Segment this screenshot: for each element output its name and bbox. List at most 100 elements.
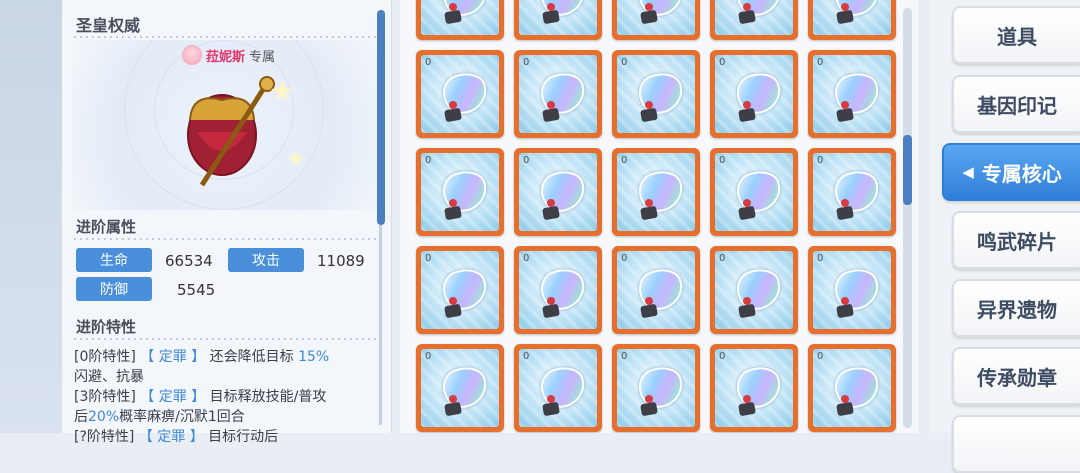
core-stem-icon xyxy=(542,9,560,25)
slot-count: 0 xyxy=(817,155,824,166)
inventory-grid: 0000000000000000000000000 xyxy=(416,0,896,432)
slot-frame: 0 xyxy=(421,0,499,35)
tab-label: 专属核心 xyxy=(981,161,1062,186)
slot-count: 0 xyxy=(425,351,432,362)
inventory-slot[interactable]: 0 xyxy=(612,246,700,334)
inventory-slot[interactable]: 0 xyxy=(808,246,896,334)
slot-frame: 0 xyxy=(421,55,499,133)
grid-scroll-track[interactable] xyxy=(903,8,912,428)
core-gem-icon xyxy=(841,101,849,109)
trait-text: 目标行动后 xyxy=(208,429,279,445)
trait-prefix: [3阶特性] xyxy=(74,389,136,405)
slot-count: 0 xyxy=(719,155,726,166)
core-gem-icon xyxy=(645,199,653,207)
inventory-slot[interactable]: 0 xyxy=(514,148,602,236)
inventory-slot[interactable]: 0 xyxy=(710,0,798,40)
slot-frame: 0 xyxy=(715,349,793,427)
slot-count: 0 xyxy=(719,351,726,362)
inventory-slot[interactable]: 0 xyxy=(514,246,602,334)
stat-value-atk: 11089 xyxy=(317,252,365,270)
core-stem-icon xyxy=(738,107,756,123)
slot-frame: 0 xyxy=(519,0,597,35)
inventory-slot[interactable]: 0 xyxy=(808,148,896,236)
core-stem-icon xyxy=(444,303,462,319)
inventory-slot[interactable]: 0 xyxy=(612,0,700,40)
divider xyxy=(72,338,377,340)
inventory-slot[interactable]: 0 xyxy=(514,344,602,432)
detail-scrollbar[interactable] xyxy=(377,10,385,225)
owner-avatar xyxy=(182,45,202,65)
core-stem-icon xyxy=(640,401,658,417)
slot-count: 0 xyxy=(817,351,824,362)
grid-scrollbar[interactable] xyxy=(903,135,912,205)
slot-count: 0 xyxy=(817,253,824,264)
trait-0-line-2: 闪避、抗暴 xyxy=(74,369,144,385)
tab-label: 道具 xyxy=(997,24,1037,49)
tab-label: 基因印记 xyxy=(977,93,1057,118)
core-stem-icon xyxy=(836,303,854,319)
inventory-slot[interactable]: 0 xyxy=(514,0,602,40)
trait-text: 后 xyxy=(74,409,88,425)
core-stem-icon xyxy=(738,9,756,25)
trait-1-line-2: 后20%概率麻痹/沉默1回合 xyxy=(74,406,245,426)
inventory-slot[interactable]: 0 xyxy=(416,50,504,138)
inventory-slot[interactable]: 0 xyxy=(808,0,896,40)
tab-otherworld-relics[interactable]: 异界遗物 xyxy=(952,279,1080,337)
inventory-slot[interactable]: 0 xyxy=(808,344,896,432)
divider xyxy=(72,36,377,38)
slot-count: 0 xyxy=(621,253,628,264)
core-gem-icon xyxy=(743,3,751,11)
item-title: 圣皇权威 xyxy=(76,16,141,35)
slot-count: 0 xyxy=(425,57,432,68)
detail-scroll-track[interactable] xyxy=(379,225,382,425)
inventory-slot[interactable]: 0 xyxy=(612,344,700,432)
slot-frame: 0 xyxy=(813,0,891,35)
core-stem-icon xyxy=(836,401,854,417)
core-gem-icon xyxy=(547,3,555,11)
slot-frame: 0 xyxy=(617,153,695,231)
inventory-slot[interactable]: 0 xyxy=(416,246,504,334)
tab-exclusive-core[interactable]: ◀ 专属核心 xyxy=(942,143,1080,201)
core-stem-icon xyxy=(444,107,462,123)
core-stem-icon xyxy=(444,205,462,221)
core-gem-icon xyxy=(841,297,849,305)
core-gem-icon xyxy=(841,3,849,11)
core-stem-icon xyxy=(542,303,560,319)
inventory-slot[interactable]: 0 xyxy=(808,50,896,138)
slot-count: 0 xyxy=(621,155,628,166)
tab-weapon-fragments[interactable]: 鸣武碎片 xyxy=(952,211,1080,269)
inventory-slot[interactable]: 0 xyxy=(710,50,798,138)
tab-more[interactable] xyxy=(952,415,1080,473)
inventory-slot[interactable]: 0 xyxy=(514,50,602,138)
core-stem-icon xyxy=(542,205,560,221)
tab-gene-imprint[interactable]: 基因印记 xyxy=(952,75,1080,133)
slot-frame: 0 xyxy=(715,0,793,35)
inventory-slot[interactable]: 0 xyxy=(612,50,700,138)
core-gem-icon xyxy=(743,297,751,305)
core-stem-icon xyxy=(836,205,854,221)
core-stem-icon xyxy=(640,303,658,319)
owner-suffix: 专属 xyxy=(249,49,276,65)
tab-items[interactable]: 道具 xyxy=(952,6,1080,64)
inventory-slot[interactable]: 0 xyxy=(416,0,504,40)
inventory-slot[interactable]: 0 xyxy=(416,148,504,236)
trait-highlight: 15% xyxy=(298,349,330,365)
chevron-left-icon: ◀ xyxy=(962,163,974,181)
slot-count: 0 xyxy=(523,57,530,68)
core-stem-icon xyxy=(444,9,462,25)
slot-frame: 0 xyxy=(519,349,597,427)
core-gem-icon xyxy=(743,395,751,403)
inventory-slot[interactable]: 0 xyxy=(710,246,798,334)
inventory-slot[interactable]: 0 xyxy=(612,148,700,236)
trait-1-line-1: [3阶特性] 【 定罪 】 目标释放技能/普攻 xyxy=(74,386,326,406)
owner-tag: 菈妮斯 专属 xyxy=(182,44,275,66)
trait-tag: 【 定罪 】 xyxy=(138,429,204,445)
core-gem-icon xyxy=(449,297,457,305)
core-gem-icon xyxy=(547,395,555,403)
inventory-slot[interactable]: 0 xyxy=(710,148,798,236)
slot-frame: 0 xyxy=(813,349,891,427)
inventory-slot[interactable]: 0 xyxy=(710,344,798,432)
slot-frame: 0 xyxy=(519,251,597,329)
inventory-slot[interactable]: 0 xyxy=(416,344,504,432)
tab-legacy-medals[interactable]: 传承勋章 xyxy=(952,347,1080,405)
